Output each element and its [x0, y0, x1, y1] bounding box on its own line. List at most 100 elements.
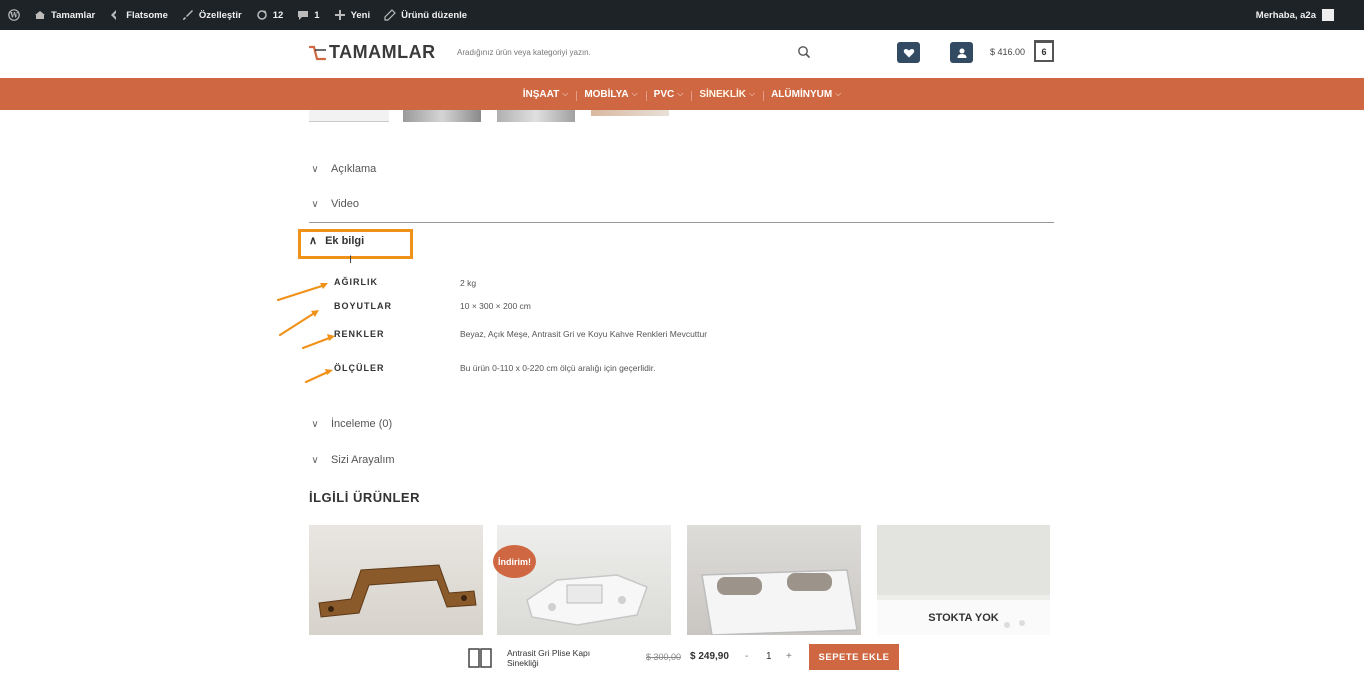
admin-comments-count: 1 — [314, 9, 320, 21]
sticky-product-name: Antrasit Gri Plise Kapı Sinekliği — [507, 648, 591, 668]
tab-inceleme-label: İnceleme (0) — [331, 418, 393, 430]
annotation-arrow — [278, 310, 318, 337]
gallery-thumb[interactable] — [403, 110, 481, 122]
add-to-cart-button[interactable]: SEPETE EKLE — [809, 644, 899, 670]
attr-value-agirlik: 2 kg — [460, 278, 477, 288]
refresh-icon — [256, 10, 267, 20]
quantity-minus-button[interactable]: - — [745, 651, 748, 662]
tab-aciklama[interactable]: ∨ Açıklama — [309, 163, 376, 175]
nav-item-mobilya[interactable]: MOBİLYA ⌵ — [576, 88, 645, 101]
tab-inceleme[interactable]: ∨ İnceleme (0) — [309, 418, 392, 430]
heart-icon — [903, 48, 914, 57]
flatsome-icon — [111, 10, 117, 20]
nav-item-sineklik[interactable]: SİNEKLİK ⌵ — [691, 88, 763, 101]
chevron-down-icon: ∨ — [311, 198, 319, 210]
nav-item-label: MOBİLYA — [584, 88, 629, 100]
tab-video[interactable]: ∨ Video — [309, 198, 359, 210]
admin-theme-label: Flatsome — [126, 9, 168, 21]
white-plate-image — [701, 569, 858, 635]
product-thumbnail — [468, 648, 492, 668]
tab-aciklama-label: Açıklama — [331, 163, 377, 175]
admin-greeting: Merhaba, a2a — [1255, 9, 1316, 21]
chevron-down-icon: ⌵ — [748, 89, 756, 98]
svg-text:W: W — [9, 11, 18, 20]
nav-item-insaat[interactable]: İNŞAAT ⌵ — [515, 89, 577, 100]
search-form[interactable]: Aradığınız ürün veya kategoriyi yazın. — [449, 38, 821, 68]
admin-account-menu[interactable]: Merhaba, a2a — [1256, 0, 1334, 30]
wordpress-icon: W — [8, 9, 20, 21]
tab-divider — [309, 222, 1054, 223]
white-clip-image — [526, 574, 648, 626]
sticky-add-to-cart: Antrasit Gri Plise Kapı Sinekliği $ 300,… — [0, 641, 1364, 676]
attr-value-boyutlar: 10 × 300 × 200 cm — [460, 301, 531, 311]
gallery-thumb[interactable] — [309, 110, 389, 122]
admin-updates-link[interactable]: 12 — [256, 9, 284, 21]
plus-icon — [334, 10, 345, 20]
text-cursor-icon: I — [349, 254, 353, 266]
out-of-stock-label: STOKTA YOK — [928, 612, 999, 624]
gallery-thumb[interactable] — [497, 110, 575, 122]
chevron-down-icon: ∨ — [311, 163, 319, 175]
admin-comments-link[interactable]: 1 — [297, 9, 320, 21]
chevron-down-icon: ∨ — [311, 454, 319, 466]
admin-bar: W Tamamlar Flatsome Özelleştir 12 1 Yeni — [0, 0, 1364, 30]
attr-value-renkler: Beyaz, Açık Meşe, Antrasit Gri ve Koyu K… — [460, 329, 708, 339]
cart-button[interactable]: 6 — [1034, 40, 1054, 62]
search-input[interactable]: Aradığınız ürün veya kategoriyi yazın. — [457, 48, 591, 57]
main-nav: İNŞAAT ⌵ MOBİLYA ⌵ PVC ⌵ SİNEKLİK ⌵ ALÜMİNYU… — [0, 78, 1364, 110]
home-icon — [35, 11, 45, 19]
admin-edit-product-link[interactable]: Ürünü düzenle — [384, 9, 467, 21]
admin-edit-product-label: Ürünü düzenle — [401, 9, 468, 21]
cart-count: 6 — [1041, 46, 1047, 57]
admin-customize-link[interactable]: Özelleştir — [182, 9, 242, 21]
nav-item-label: ALÜMİNYUM — [771, 88, 833, 100]
related-product-image[interactable] — [687, 525, 861, 635]
admin-theme-link[interactable]: Flatsome — [109, 9, 168, 21]
related-product-image[interactable] — [497, 525, 671, 635]
chevron-up-icon: ∧ — [309, 235, 318, 247]
admin-customize-label: Özelleştir — [198, 9, 242, 21]
tab-ek-bilgi[interactable]: ∧ Ek bilgi — [309, 234, 365, 248]
wordpress-logo[interactable]: W — [8, 9, 20, 21]
sale-badge: İndirim! — [493, 545, 536, 578]
attr-value-olculer: Bu ürün 0-110 x 0-220 cm ölçü aralığı iç… — [460, 363, 656, 373]
admin-new-label: Yeni — [350, 9, 371, 21]
nav-item-label: PVC — [653, 88, 675, 100]
gallery-thumb[interactable] — [591, 110, 669, 116]
pencil-icon — [384, 9, 396, 21]
nav-item-pvc[interactable]: PVC ⌵ — [645, 88, 692, 101]
site-header: TAMAMLAR Aradığınız ürün veya kategoriyi… — [0, 30, 1364, 78]
quantity-plus-button[interactable]: + — [786, 651, 792, 662]
old-price: $ 300,00 — [646, 652, 682, 662]
sale-price: $ 249,90 — [690, 651, 729, 662]
site-logo[interactable]: TAMAMLAR — [309, 42, 436, 63]
tab-sizi-arayalim[interactable]: ∨ Sizi Arayalım — [309, 454, 395, 466]
related-product-image[interactable] — [309, 525, 483, 635]
chevron-down-icon: ⌵ — [631, 89, 638, 98]
cart-total[interactable]: $ 416.00 — [990, 47, 1025, 57]
tab-video-label: Video — [331, 198, 359, 210]
avatar — [1322, 9, 1334, 21]
nav-item-label: SİNEKLİK — [699, 88, 746, 100]
search-icon[interactable] — [797, 45, 811, 59]
chevron-down-icon: ⌵ — [835, 89, 842, 98]
chevron-down-icon: ⌵ — [677, 89, 684, 98]
comment-icon — [298, 11, 309, 20]
logo-cart-icon — [309, 45, 327, 60]
tab-sizi-arayalim-label: Sizi Arayalım — [331, 454, 395, 466]
admin-site-label: Tamamlar — [51, 9, 96, 21]
nav-item-aluminyum[interactable]: ALÜMİNYUM ⌵ — [763, 88, 849, 101]
annotation-arrows — [276, 283, 335, 384]
chevron-down-icon: ⌵ — [562, 89, 569, 98]
quantity-input[interactable]: 1 — [766, 651, 772, 662]
account-button[interactable] — [950, 42, 973, 63]
bracket-handle-image — [318, 564, 477, 618]
admin-new-link[interactable]: Yeni — [334, 9, 371, 21]
wishlist-button[interactable] — [897, 42, 920, 63]
logo-text: TAMAMLAR — [329, 42, 436, 62]
tab-ek-bilgi-label: Ek bilgi — [325, 234, 365, 247]
nav-item-label: İNŞAAT — [522, 88, 560, 100]
chevron-down-icon: ∨ — [311, 418, 319, 430]
admin-site-link[interactable]: Tamamlar — [34, 9, 95, 21]
admin-updates-count: 12 — [272, 9, 284, 21]
